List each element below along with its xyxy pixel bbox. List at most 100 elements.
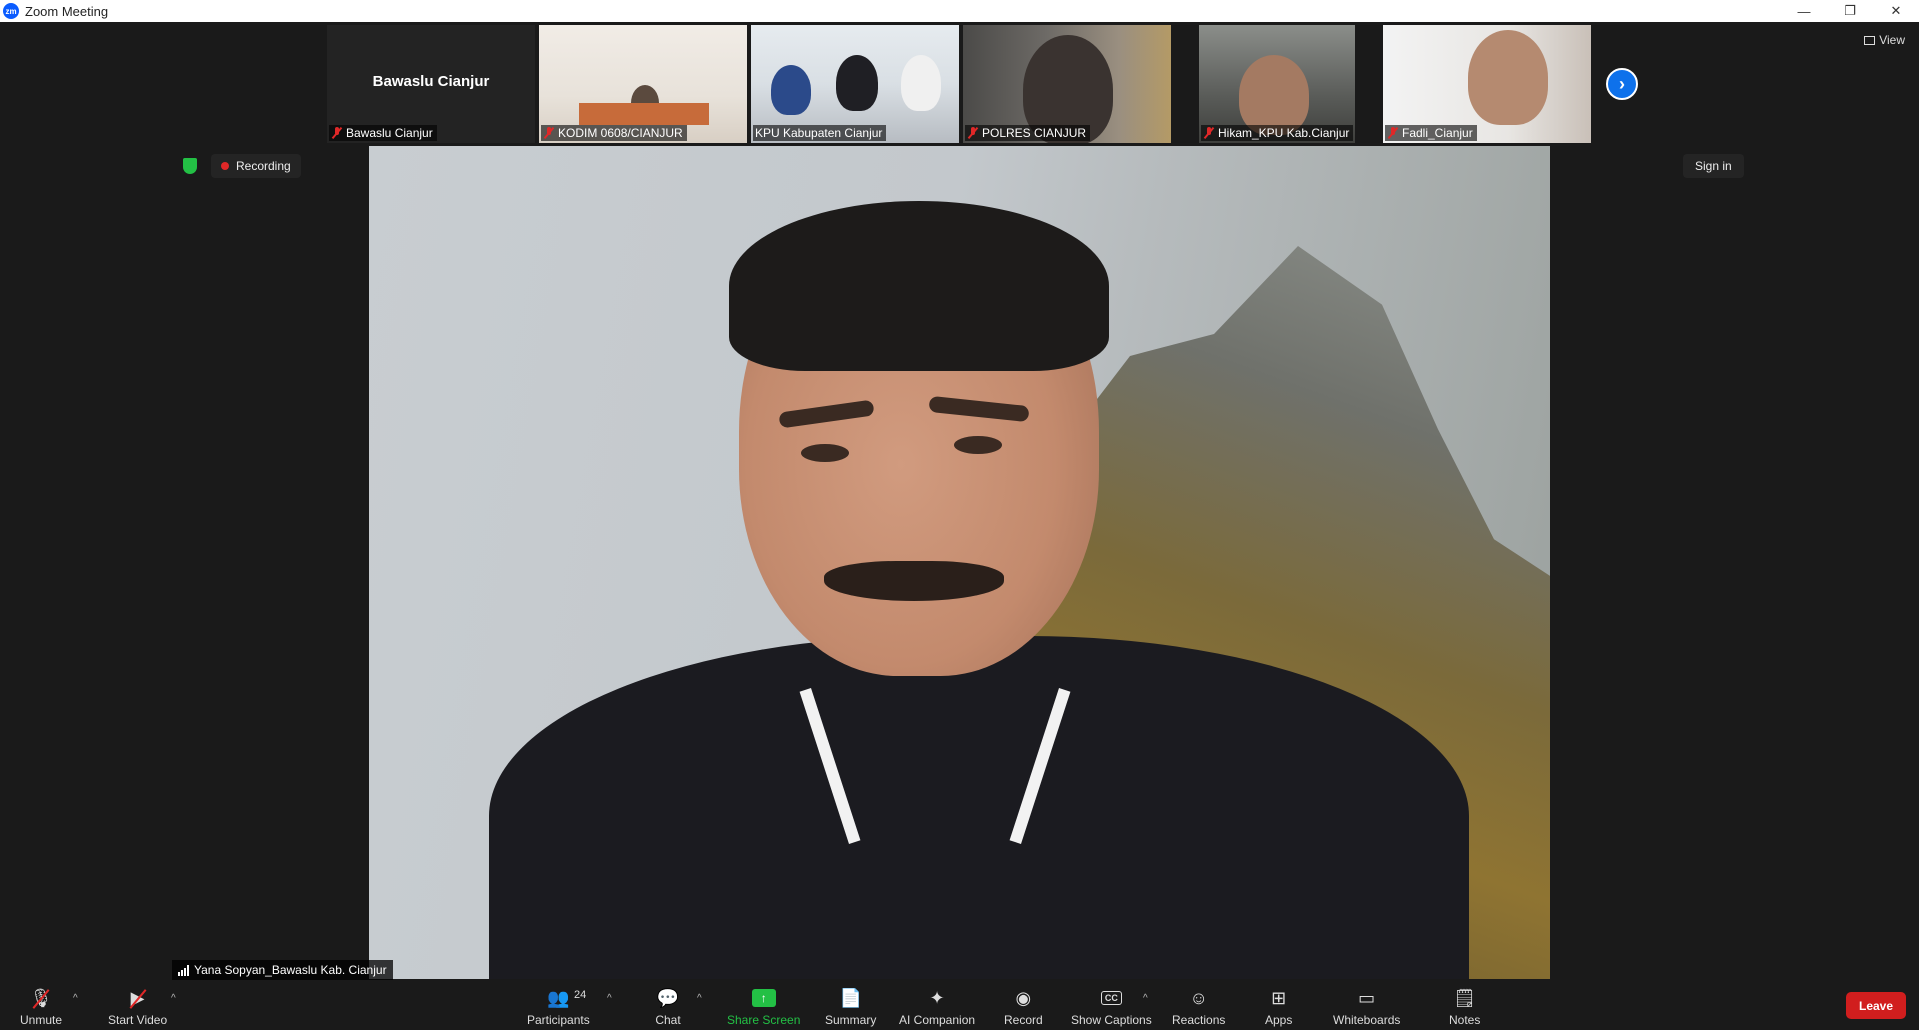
start-video-button[interactable]: ▶ Start Video — [108, 981, 167, 1030]
sign-in-button[interactable]: Sign in — [1683, 154, 1744, 178]
share-screen-button[interactable]: ↑ Share Screen — [727, 981, 800, 1030]
mic-muted-icon — [1387, 127, 1399, 139]
recording-indicator[interactable]: Recording — [211, 154, 301, 178]
participant-thumbnail[interactable]: KPU Kabupaten Cianjur — [751, 25, 959, 143]
apps-grid-icon: ⊞ — [1271, 987, 1287, 1008]
participant-thumbnail[interactable]: POLRES CIANJUR — [963, 25, 1171, 143]
chat-options-caret-icon[interactable]: ^ — [697, 993, 702, 1004]
closed-captions-icon: CC — [1098, 986, 1124, 1010]
whiteboard-icon: ▭ — [1358, 987, 1376, 1008]
whiteboards-label: Whiteboards — [1333, 1013, 1401, 1027]
unmute-button[interactable]: 🎙 Unmute — [20, 981, 62, 1030]
participants-label: Participants — [527, 1013, 590, 1027]
participant-name: KPU Kabupaten Cianjur — [755, 126, 883, 140]
video-feed-eye — [801, 444, 849, 462]
share-screen-label: Share Screen — [727, 1013, 801, 1027]
ai-companion-label: AI Companion — [899, 1013, 976, 1027]
notes-button[interactable]: 🗒 Notes — [1449, 981, 1480, 1030]
apps-label: Apps — [1265, 1013, 1293, 1027]
video-feed-mustache — [824, 561, 1004, 601]
window-controls: — ❐ ✕ — [1781, 0, 1919, 22]
connection-signal-icon — [178, 964, 189, 976]
recording-label: Recording — [236, 159, 291, 173]
participant-name: POLRES CIANJUR — [982, 126, 1087, 140]
notes-icon: 🗒 — [1453, 987, 1477, 1008]
show-captions-button[interactable]: CC Show Captions — [1071, 981, 1152, 1030]
reactions-label: Reactions — [1172, 1013, 1226, 1027]
video-feed-furniture — [579, 103, 709, 125]
captions-options-caret-icon[interactable]: ^ — [1143, 993, 1148, 1004]
sparkle-icon: ✦ — [929, 987, 945, 1008]
close-button[interactable]: ✕ — [1873, 0, 1919, 22]
participant-name-tag: Fadli_Cianjur — [1385, 125, 1477, 141]
record-label: Record — [1004, 1013, 1043, 1027]
record-icon: ◉ — [1015, 987, 1032, 1008]
recording-dot-icon — [221, 162, 229, 170]
restore-button[interactable]: ❐ — [1827, 0, 1873, 22]
participant-name-tag: KODIM 0608/CIANJUR — [541, 125, 687, 141]
participant-display-name: Bawaslu Cianjur — [372, 73, 490, 90]
reactions-button[interactable]: ☺ Reactions — [1172, 981, 1225, 1030]
title-bar: zm Zoom Meeting — ❐ ✕ — [0, 0, 1919, 22]
video-feed-eye — [954, 436, 1002, 454]
video-feed-person — [771, 65, 811, 115]
active-speaker-name: Yana Sopyan_Bawaslu Kab. Cianjur — [194, 963, 387, 977]
video-feed-person — [1239, 55, 1309, 135]
participants-icon: 👥 — [547, 987, 570, 1008]
chat-label: Chat — [655, 1013, 681, 1027]
start-video-label: Start Video — [108, 1013, 168, 1027]
participant-thumbnail[interactable]: Hikam_KPU Kab.Cianjur — [1199, 25, 1355, 143]
mic-muted-icon — [967, 127, 979, 139]
mic-muted-icon — [331, 127, 343, 139]
participant-thumbnail[interactable]: Bawaslu Cianjur Bawaslu Cianjur — [327, 25, 535, 143]
unmute-label: Unmute — [20, 1013, 63, 1027]
active-speaker-video — [369, 146, 1550, 979]
view-label: View — [1879, 33, 1905, 47]
video-feed-person — [836, 55, 878, 111]
audio-options-caret-icon[interactable]: ^ — [73, 993, 78, 1004]
zoom-logo-icon: zm — [3, 3, 19, 19]
active-speaker-name-tag: Yana Sopyan_Bawaslu Kab. Cianjur — [172, 960, 393, 980]
emoji-plus-icon: ☺ — [1189, 987, 1208, 1008]
summary-button[interactable]: 📄 Summary — [825, 981, 876, 1030]
notes-label: Notes — [1449, 1013, 1481, 1027]
video-feed-body — [489, 636, 1469, 979]
grid-view-icon — [1864, 35, 1876, 45]
next-page-arrow-icon[interactable]: › — [1606, 68, 1638, 100]
leave-button[interactable]: Leave — [1846, 992, 1906, 1019]
video-camera-off-icon: ▶ — [125, 986, 151, 1010]
window-title: Zoom Meeting — [25, 3, 109, 19]
participant-name: KODIM 0608/CIANJUR — [558, 126, 683, 140]
participant-name-tag: POLRES CIANJUR — [965, 125, 1091, 141]
apps-button[interactable]: ⊞ Apps — [1265, 981, 1292, 1030]
ai-companion-button[interactable]: ✦ AI Companion — [899, 981, 975, 1030]
participant-name-tag: KPU Kabupaten Cianjur — [753, 125, 887, 141]
participant-thumbnail-strip: Bawaslu Cianjur Bawaslu Cianjur KODIM 06… — [327, 25, 1591, 143]
video-feed-person — [901, 55, 941, 111]
participant-name: Fadli_Cianjur — [1402, 126, 1473, 140]
mic-muted-icon — [543, 127, 555, 139]
video-options-caret-icon[interactable]: ^ — [171, 993, 176, 1004]
participant-name: Hikam_KPU Kab.Cianjur — [1218, 126, 1350, 140]
share-screen-icon: ↑ — [751, 986, 777, 1010]
chat-button[interactable]: 💬 Chat — [655, 981, 681, 1030]
microphone-muted-icon: 🎙 — [28, 986, 54, 1010]
participant-thumbnail[interactable]: Fadli_Cianjur — [1383, 25, 1591, 143]
participant-name-tag: Bawaslu Cianjur — [329, 125, 437, 141]
video-feed-person — [1468, 30, 1548, 125]
view-button[interactable]: View — [1864, 33, 1905, 47]
summary-label: Summary — [825, 1013, 877, 1027]
participant-name-tag: Hikam_KPU Kab.Cianjur — [1201, 125, 1354, 141]
encryption-shield-icon[interactable] — [183, 158, 197, 174]
whiteboards-button[interactable]: ▭ Whiteboards — [1333, 981, 1400, 1030]
mic-muted-icon — [1203, 127, 1215, 139]
participant-thumbnail[interactable]: KODIM 0608/CIANJUR — [539, 25, 747, 143]
video-feed-hair — [729, 201, 1109, 371]
chat-bubble-icon: 💬 — [656, 987, 680, 1008]
participant-count-badge: 24 — [574, 989, 587, 1001]
record-button[interactable]: ◉ Record — [1004, 981, 1043, 1030]
participants-options-caret-icon[interactable]: ^ — [607, 993, 612, 1004]
summary-document-icon: 📄 — [839, 987, 862, 1008]
show-captions-label: Show Captions — [1071, 1013, 1152, 1027]
minimize-button[interactable]: — — [1781, 0, 1827, 22]
